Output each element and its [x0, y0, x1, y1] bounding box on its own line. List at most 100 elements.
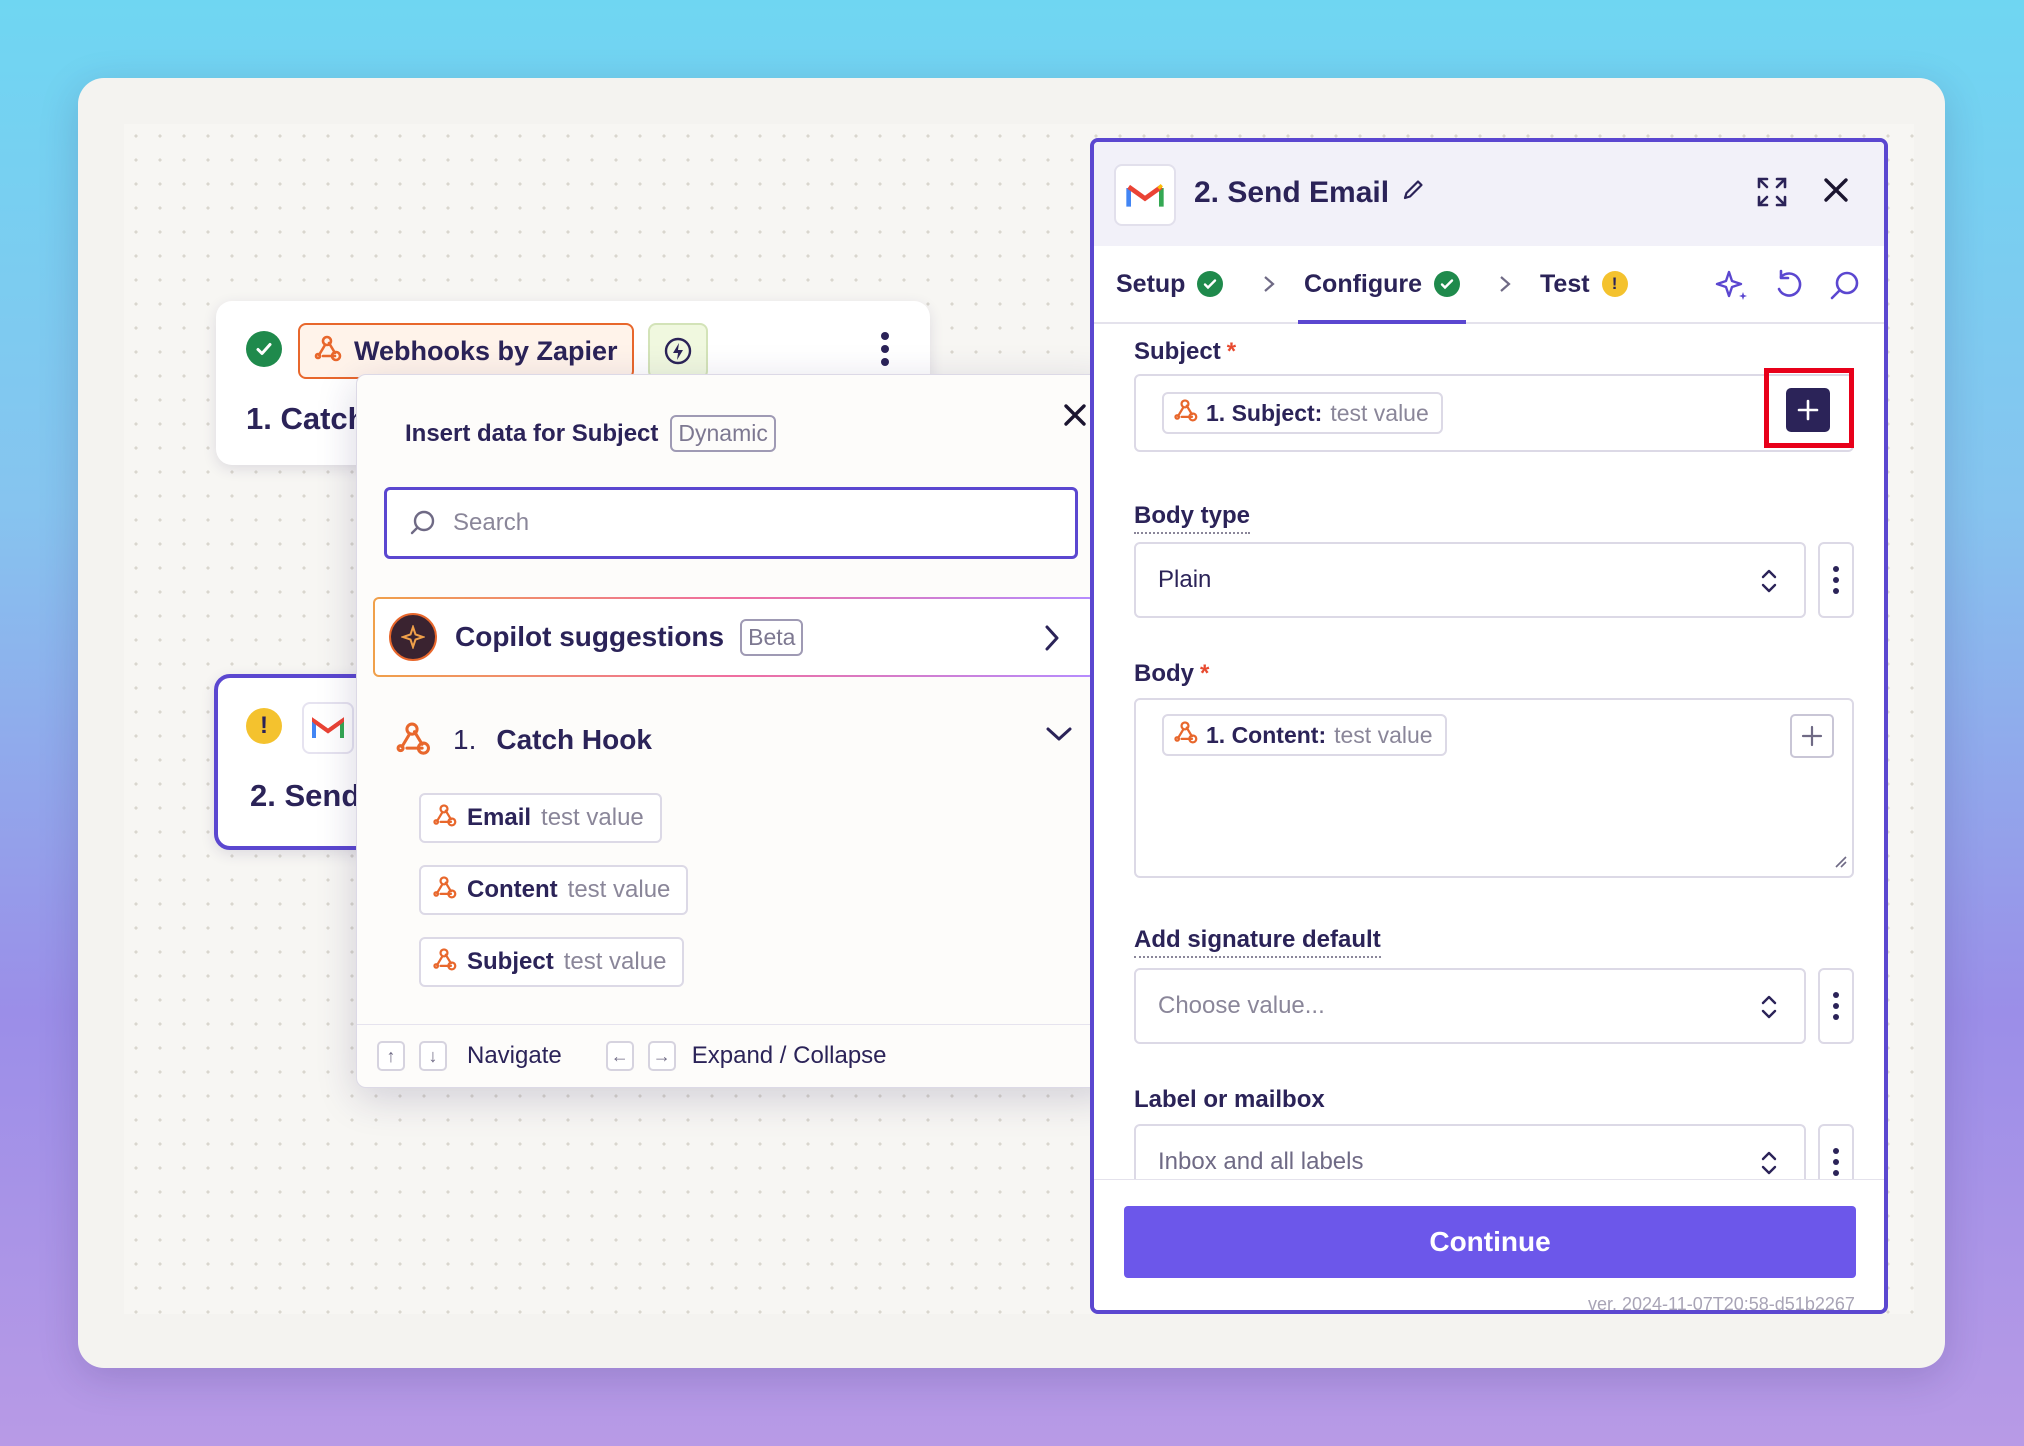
search-field[interactable]: [384, 487, 1078, 559]
gmail-icon: [1114, 164, 1176, 226]
tab-configure[interactable]: Configure: [1297, 246, 1467, 324]
search-icon: [410, 510, 435, 535]
webhook-icon: [431, 802, 457, 835]
warning-icon: !: [246, 708, 282, 744]
copilot-suggestions-row[interactable]: Copilot suggestions Beta: [373, 597, 1095, 677]
webhook-icon: [431, 874, 457, 907]
insert-data-plus-button[interactable]: [1790, 714, 1834, 758]
copilot-label: Copilot suggestions: [455, 621, 725, 652]
undo-icon[interactable]: [1772, 268, 1806, 309]
body-type-label: Body type: [1134, 502, 1251, 534]
tab-label: Configure: [1304, 269, 1423, 298]
panel-title-text: 2. Send Email: [1194, 176, 1390, 209]
arrow-up-key: ↑: [377, 1041, 405, 1071]
chip-value: test value: [1330, 399, 1429, 426]
trigger-bolt-icon[interactable]: [648, 323, 708, 379]
continue-button[interactable]: Continue: [1124, 1206, 1856, 1278]
tab-label: Setup: [1116, 269, 1186, 298]
copilot-sparkle-icon: [389, 613, 437, 661]
signature-label: Add signature default: [1134, 926, 1381, 958]
expand-collapse-hint: Expand / Collapse: [691, 1042, 887, 1069]
field-key: Subject: [467, 948, 554, 975]
section-catch-hook[interactable]: 1. Catch Hook: [393, 715, 1073, 765]
webhook-icon: [431, 946, 457, 979]
body-label: Body *: [1134, 660, 1209, 688]
dynamic-badge: Dynamic: [670, 415, 776, 452]
select-arrows-icon: [1760, 566, 1778, 601]
node-menu-kebab-icon[interactable]: [880, 331, 890, 372]
check-icon: [1434, 271, 1461, 297]
tab-setup[interactable]: Setup: [1116, 246, 1224, 322]
app-name: Webhooks by Zapier: [354, 335, 618, 366]
ai-sparkle-icon[interactable]: [1714, 268, 1750, 309]
step-editor-panel: 2. Send Email Setup Configure Test ! Sub…: [1090, 138, 1888, 1314]
check-icon: [1197, 271, 1224, 297]
data-field-content[interactable]: Content test value: [419, 865, 689, 915]
search-icon[interactable]: [1828, 268, 1862, 309]
expand-icon[interactable]: [1756, 176, 1788, 213]
label-mailbox-label: Label or mailbox: [1134, 1086, 1325, 1113]
plus-icon: [1797, 399, 1819, 421]
chevron-down-icon[interactable]: [1045, 725, 1073, 748]
signature-placeholder: Choose value...: [1158, 992, 1325, 1019]
webhook-icon: [312, 333, 342, 370]
chip-value: test value: [1334, 721, 1433, 748]
data-field-subject[interactable]: Subject test value: [419, 937, 685, 987]
app-pill-webhooks[interactable]: Webhooks by Zapier: [298, 323, 634, 379]
required-asterisk: *: [1200, 660, 1210, 687]
field-value: test value: [563, 948, 667, 975]
panel-header: 2. Send Email: [1094, 142, 1884, 246]
tab-test[interactable]: Test !: [1540, 246, 1628, 322]
version-text: ver. 2024-11-07T20:58-d51b2267: [1588, 1294, 1855, 1314]
field-value: test value: [567, 876, 671, 903]
insert-data-popup: Insert data for Subject Dynamic Copilot …: [356, 374, 1114, 1088]
arrow-down-key: ↓: [419, 1041, 447, 1071]
required-asterisk: *: [1226, 338, 1237, 365]
chevron-right-icon: [1043, 623, 1061, 658]
close-panel-icon[interactable]: [1822, 176, 1850, 213]
chevron-right-icon: [1262, 274, 1276, 299]
label-mailbox-value: Inbox and all labels: [1158, 1148, 1364, 1175]
panel-footer: Continue: [1094, 1179, 1884, 1310]
select-arrows-icon: [1760, 1148, 1778, 1183]
popup-title-text: Insert data for Subject: [405, 419, 659, 447]
webhook-icon: [1172, 719, 1198, 751]
chip-key: 1. Content:: [1206, 721, 1327, 748]
section-name: Catch Hook: [496, 724, 652, 755]
body-label-text: Body: [1134, 660, 1194, 687]
search-input[interactable]: [451, 508, 1055, 538]
field-key: Content: [467, 876, 558, 903]
subject-label-text: Subject: [1134, 338, 1221, 365]
subject-data-chip[interactable]: 1. Subject: test value: [1162, 392, 1443, 434]
warning-icon: !: [1601, 271, 1628, 297]
body-type-select[interactable]: Plain: [1134, 542, 1806, 618]
field-options-kebab-icon[interactable]: [1818, 542, 1854, 618]
gmail-icon: [302, 702, 354, 754]
signature-select[interactable]: Choose value...: [1134, 968, 1806, 1044]
arrow-left-key: ←: [605, 1041, 634, 1071]
step-tabs: Setup Configure Test !: [1094, 246, 1884, 324]
plus-icon: [1801, 725, 1823, 747]
chevron-right-icon: [1498, 274, 1512, 299]
insert-data-plus-button[interactable]: [1786, 388, 1830, 432]
body-textarea[interactable]: 1. Content: test value: [1134, 698, 1854, 878]
field-key: Email: [467, 804, 532, 831]
arrow-right-key: →: [647, 1041, 676, 1071]
popup-footer: ↑ ↓ Navigate ← → Expand / Collapse: [357, 1024, 1113, 1087]
data-field-email[interactable]: Email test value: [419, 793, 662, 843]
edit-pencil-icon[interactable]: [1401, 176, 1427, 210]
beta-badge: Beta: [740, 618, 804, 656]
chip-key: 1. Subject:: [1206, 399, 1323, 426]
field-options-kebab-icon[interactable]: [1818, 968, 1854, 1044]
body-type-value: Plain: [1158, 566, 1212, 593]
panel-title[interactable]: 2. Send Email: [1194, 176, 1427, 210]
popup-title: Insert data for Subject Dynamic: [405, 415, 776, 452]
body-data-chip[interactable]: 1. Content: test value: [1162, 714, 1447, 756]
navigate-hint: Navigate: [467, 1042, 562, 1069]
close-icon[interactable]: [1063, 403, 1087, 432]
section-number: 1.: [453, 724, 477, 755]
webhook-icon: [393, 719, 431, 762]
subject-input[interactable]: 1. Subject: test value: [1134, 374, 1854, 452]
select-arrows-icon: [1760, 992, 1778, 1027]
resize-handle-icon[interactable]: [1832, 853, 1848, 874]
